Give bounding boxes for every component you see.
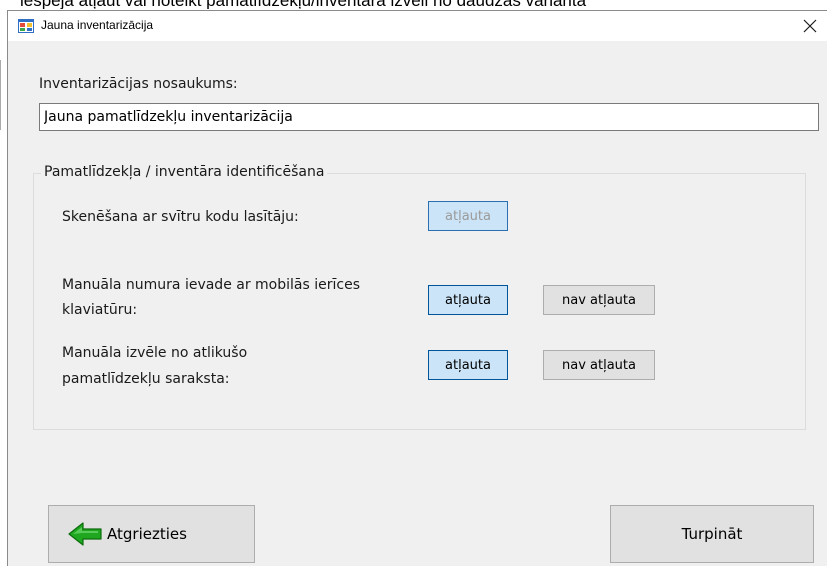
barcode-allowed-button[interactable]: atļauta [428, 201, 508, 231]
manual-entry-label-line1: Manuāla numura ievade ar mobilās ierīces [62, 277, 360, 293]
manual-entry-label-line2: klaviatūru: [62, 302, 138, 318]
continue-button[interactable]: Turpināt [610, 505, 814, 563]
dialog-window: Jauna inventarizācija Inventarizācijas n… [7, 10, 827, 566]
barcode-scanning-label: Skenēšana ar svītru kodu lasītāju: [62, 209, 299, 225]
close-button[interactable] [793, 11, 827, 41]
close-icon [803, 19, 817, 33]
window-title: Jauna inventarizācija [41, 18, 154, 32]
manual-selection-label-line2: pamatlīdzekļu saraksta: [62, 371, 230, 387]
manual-entry-allowed-button[interactable]: atļauta [428, 285, 508, 315]
manual-selection-not-allowed-button[interactable]: nav atļauta [543, 350, 655, 380]
back-button[interactable]: Atgriezties [48, 505, 255, 563]
background-window-text: iespēja atļaut vai noteikt pamatlīdzekļu… [0, 0, 827, 9]
inventory-name-input[interactable] [39, 103, 819, 131]
inventory-name-label: Inventarizācijas nosaukums: [39, 76, 238, 92]
manual-entry-not-allowed-button[interactable]: nav atļauta [543, 285, 655, 315]
back-button-label: Atgriezties [107, 525, 187, 543]
back-arrow-icon [68, 522, 102, 546]
background-window-edge [0, 60, 1, 130]
continue-button-label: Turpināt [681, 525, 743, 543]
title-bar: Jauna inventarizācija [8, 11, 827, 41]
manual-selection-label-line1: Manuāla izvēle no atlikušo [62, 345, 248, 361]
manual-selection-allowed-button[interactable]: atļauta [428, 350, 508, 380]
app-window-icon [18, 19, 34, 33]
identification-group-legend: Pamatlīdzekļa / inventāra identificēšana [41, 163, 328, 182]
